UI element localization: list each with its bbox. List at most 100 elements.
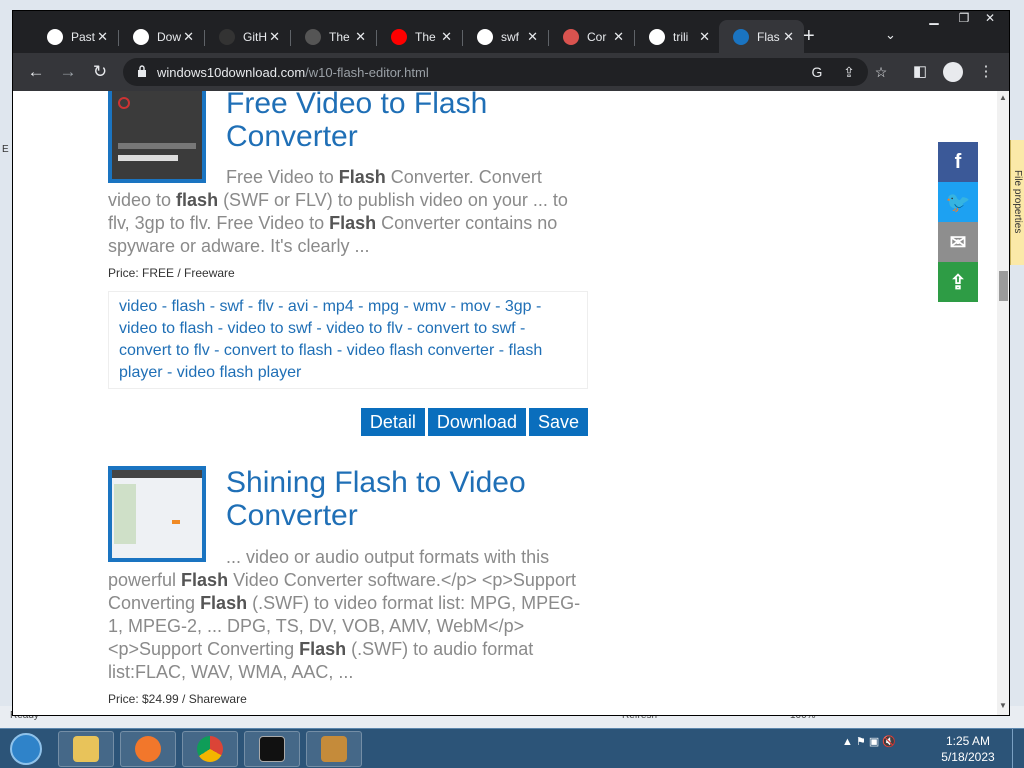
tag-link[interactable]: convert to flash — [224, 342, 333, 359]
tab-title: Cor — [587, 29, 607, 44]
menu-kebab-icon[interactable]: ⋮ — [975, 61, 997, 83]
facebook-share-icon[interactable]: f — [938, 142, 978, 182]
taskbar-firefox[interactable] — [120, 731, 176, 767]
tab-title: swf — [501, 29, 519, 44]
tab-close-icon[interactable]: ✕ — [97, 29, 108, 45]
close-window-button[interactable]: ✕ — [975, 11, 1005, 29]
product-screenshot[interactable] — [108, 466, 206, 562]
product-screenshot[interactable] — [108, 91, 206, 183]
tab-title: Past — [71, 29, 96, 44]
browser-tab[interactable]: Past ✕ — [33, 20, 118, 53]
more-share-icon[interactable]: ⇪ — [938, 262, 978, 302]
tab-close-icon[interactable]: ✕ — [613, 29, 624, 45]
scrollbar-thumb[interactable] — [999, 271, 1008, 301]
taskbar-chrome[interactable] — [182, 731, 238, 767]
tag-link[interactable]: convert to swf — [417, 320, 516, 337]
taskbar-clock[interactable]: 1:25 AM 5/18/2023 — [930, 733, 1006, 765]
tag-link[interactable]: flv — [258, 298, 274, 315]
windows-logo-icon — [10, 733, 42, 765]
tag-link[interactable]: video to flash — [119, 320, 213, 337]
tab-close-icon[interactable]: ✕ — [441, 29, 452, 45]
tag-link[interactable]: flash — [171, 298, 205, 315]
tag-separator: - — [446, 298, 461, 315]
file-properties-tab[interactable]: File properties — [1010, 140, 1024, 265]
tag-link[interactable]: mov — [460, 298, 490, 315]
tag-link[interactable]: video flash converter — [347, 342, 495, 359]
reload-button[interactable]: ↻ — [89, 61, 111, 83]
tag-link[interactable]: convert to flv — [119, 342, 210, 359]
detail-button[interactable]: Detail — [360, 408, 425, 436]
vertical-scrollbar[interactable]: ▲ ▼ — [997, 91, 1009, 715]
system-tray[interactable]: ▲ ⚑ ▣ 🔇 — [842, 735, 896, 748]
tab-title: trili — [673, 29, 689, 44]
email-share-icon[interactable]: ✉ — [938, 222, 978, 262]
scroll-down-arrow[interactable]: ▼ — [997, 701, 1009, 713]
tab-close-icon[interactable]: ✕ — [355, 29, 366, 45]
tag-link[interactable]: video — [119, 298, 157, 315]
tab-separator — [548, 30, 549, 46]
tab-close-icon[interactable]: ✕ — [183, 29, 194, 45]
tag-link[interactable]: video flash player — [177, 364, 302, 381]
browser-tab[interactable]: The ✕ — [377, 20, 462, 53]
tab-separator — [376, 30, 377, 46]
tab-title: Dow — [157, 29, 182, 44]
taskbar-archive[interactable] — [306, 731, 362, 767]
tag-link[interactable]: avi — [288, 298, 308, 315]
tab-close-icon[interactable]: ✕ — [269, 29, 280, 45]
taskbar-cmd[interactable] — [244, 731, 300, 767]
google-lens-icon[interactable]: G — [808, 63, 826, 81]
tab-title: GitH — [243, 29, 267, 44]
address-bar[interactable]: windows10download.com/w10-flash-editor.h… — [123, 58, 887, 86]
tag-separator: - — [332, 342, 347, 359]
tag-link[interactable]: mpg — [368, 298, 399, 315]
browser-tab[interactable]: GitH ✕ — [205, 20, 290, 53]
highlight-keyword: Flash — [200, 593, 248, 613]
clock-time: 1:25 AM — [945, 734, 991, 748]
tab-search-button[interactable]: ⌄ — [885, 27, 896, 43]
tag-separator: - — [213, 320, 228, 337]
result-item: Shining Flash to Video Converter ... vid… — [108, 466, 588, 706]
download-button[interactable]: Download — [427, 408, 526, 436]
browser-tab[interactable]: Cor ✕ — [549, 20, 634, 53]
profile-avatar[interactable] — [943, 62, 963, 82]
result-item: Free Video to Flash Converter Free Video… — [108, 91, 588, 436]
tag-link[interactable]: wmv — [413, 298, 446, 315]
tab-close-icon[interactable]: ✕ — [527, 29, 538, 45]
browser-tab[interactable]: Dow ✕ — [119, 20, 204, 53]
new-tab-button[interactable]: + — [803, 25, 815, 48]
tab-close-icon[interactable]: ✕ — [783, 29, 794, 45]
browser-tab[interactable]: The ✕ — [291, 20, 376, 53]
twitter-share-icon[interactable]: 🐦 — [938, 182, 978, 222]
tab-separator — [634, 30, 635, 46]
back-button[interactable]: ← — [25, 61, 47, 83]
forward-button[interactable]: → — [57, 61, 79, 83]
tag-link[interactable]: video to swf — [228, 320, 312, 337]
share-icon[interactable]: ⇪ — [840, 63, 858, 81]
save-button[interactable]: Save — [528, 408, 588, 436]
tag-separator: - — [531, 298, 542, 315]
side-panel-icon[interactable]: ◧ — [909, 61, 931, 83]
start-button[interactable] — [2, 731, 50, 767]
browser-tab[interactable]: trili ✕ — [635, 20, 720, 53]
taskbar-explorer[interactable] — [58, 731, 114, 767]
highlight-keyword: flash — [176, 190, 219, 210]
browser-tab[interactable]: Flas ✕ — [719, 20, 804, 53]
scroll-up-arrow[interactable]: ▲ — [997, 93, 1009, 105]
tab-title: The — [415, 29, 436, 44]
browser-tab[interactable]: swf ✕ — [463, 20, 548, 53]
tag-separator: - — [494, 342, 509, 359]
bookmark-star-icon[interactable]: ☆ — [872, 63, 890, 81]
url-text[interactable]: windows10download.com/w10-flash-editor.h… — [157, 65, 429, 80]
show-desktop-button[interactable] — [1012, 729, 1024, 768]
tag-separator: - — [490, 298, 505, 315]
lock-icon[interactable] — [137, 65, 147, 78]
github-icon — [219, 28, 235, 45]
tag-link[interactable]: mp4 — [323, 298, 354, 315]
firefox-icon — [135, 736, 161, 762]
tab-close-icon[interactable]: ✕ — [699, 29, 710, 45]
tab-strip: ▁ ❐ ✕ Past ✕ Dow ✕ GitH ✕ The ✕ The ✕ swf ✕ Cor ✕ tril… — [13, 11, 1009, 53]
tag-link[interactable]: video to flv — [326, 320, 402, 337]
tag-link[interactable]: swf — [219, 298, 243, 315]
tag-link[interactable]: 3gp — [505, 298, 532, 315]
minimize-button[interactable]: ▁ — [919, 11, 949, 29]
